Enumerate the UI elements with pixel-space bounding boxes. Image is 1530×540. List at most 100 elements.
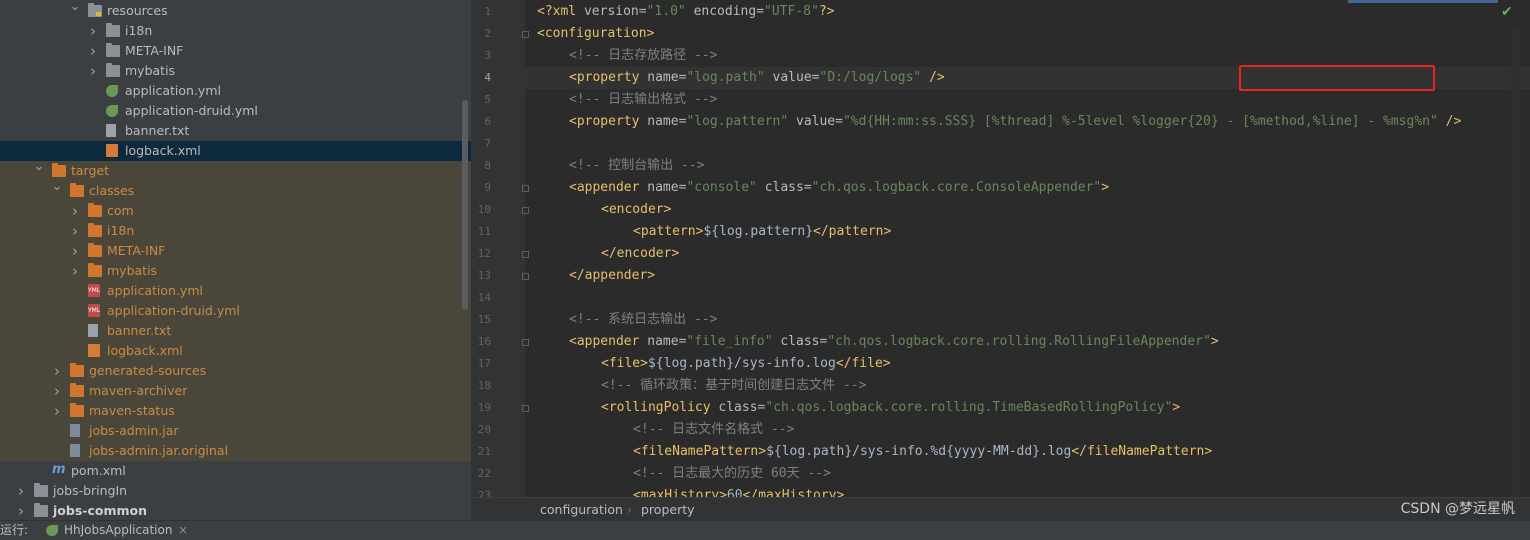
code-token: <!-- 日志存放路径 --> — [569, 48, 718, 63]
code-line[interactable]: <!-- 日志输出格式 --> — [569, 89, 717, 111]
tree-item[interactable]: ⌄ target — [0, 159, 471, 181]
fold-marker-icon[interactable] — [522, 251, 529, 258]
text-file-icon — [106, 124, 116, 137]
tree-item[interactable]: › META-INF — [0, 241, 471, 261]
check-icon[interactable]: ✔ — [1501, 5, 1515, 19]
tree-item[interactable]: banner.txt — [0, 321, 471, 341]
tree-item[interactable]: YML application-druid.yml — [0, 301, 471, 321]
code-line[interactable]: <appender name="console" class="ch.qos.l… — [569, 177, 1109, 199]
code-line[interactable]: </encoder> — [601, 243, 679, 265]
code-token: name — [647, 70, 679, 85]
code-line[interactable]: </appender> — [569, 265, 655, 287]
code-line[interactable]: <!-- 系统日志输出 --> — [569, 309, 717, 331]
code-line[interactable]: <property name="log.pattern" value="%d{H… — [569, 111, 1461, 133]
editor-scrollbar[interactable] — [1511, 27, 1519, 497]
breadcrumb-item-property[interactable]: property — [641, 498, 695, 521]
code-line[interactable]: <file>${log.path}/sys-info.log</file> — [601, 353, 891, 375]
line-number: 4 — [484, 71, 491, 84]
code-editor[interactable]: 1 2 3 4 5 6 7 8 9 10 11 12 13 14 15 16 17 18 19 20 21 22 23 <?… — [471, 0, 1530, 497]
code-line[interactable]: <!-- 循环政策：基于时间创建日志文件 --> — [601, 375, 866, 397]
tree-item[interactable]: logback.xml — [0, 141, 471, 161]
code-line[interactable]: <!-- 日志存放路径 --> — [569, 45, 717, 67]
tree-item-label: application.yml — [107, 283, 203, 298]
breadcrumb-item-configuration[interactable]: configuration — [540, 498, 623, 521]
tree-item[interactable]: › com — [0, 201, 471, 221]
tree-item[interactable]: ⌄ classes — [0, 179, 471, 201]
tree-item[interactable]: jobs-admin.jar.original — [0, 441, 471, 461]
code-token: = — [803, 180, 812, 195]
code-line[interactable]: <!-- 日志文件名格式 --> — [633, 419, 794, 441]
fold-marker-icon[interactable] — [522, 273, 529, 280]
tree-item[interactable]: › META-INF — [0, 41, 471, 61]
tree-item[interactable]: › i18n — [0, 221, 471, 241]
chevron-right-icon[interactable]: › — [15, 481, 27, 501]
code-line[interactable]: <rollingPolicy class="ch.qos.logback.cor… — [601, 397, 1180, 419]
code-line[interactable]: <!-- 控制台输出 --> — [569, 155, 704, 177]
tree-item[interactable]: logback.xml — [0, 341, 471, 361]
tree-item[interactable]: ⌄ resources — [0, 0, 471, 21]
tree-item[interactable]: banner.txt — [0, 121, 471, 141]
line-number: 1 — [484, 5, 491, 18]
fold-marker-icon[interactable] — [522, 31, 529, 38]
code-line[interactable]: <fileNamePattern>${log.path}/sys-info.%d… — [633, 441, 1212, 463]
close-icon[interactable]: × — [178, 521, 188, 540]
fold-marker-icon[interactable] — [522, 185, 529, 192]
code-line[interactable]: <encoder> — [601, 199, 671, 221]
tree-scrollbar[interactable] — [462, 100, 468, 310]
tree-item-label: logback.xml — [107, 343, 183, 358]
tree-item[interactable]: › i18n — [0, 21, 471, 41]
chevron-right-icon[interactable]: › — [87, 41, 99, 61]
code-token: > — [1101, 180, 1110, 195]
chevron-right-icon[interactable]: › — [69, 261, 81, 281]
fold-marker-icon[interactable] — [522, 339, 529, 346]
code-token: "D:/log/logs" — [819, 70, 922, 85]
tree-item-label: mybatis — [125, 63, 176, 78]
code-token: = — [638, 4, 647, 19]
code-line[interactable]: <appender name="file_info" class="ch.qos… — [569, 331, 1219, 353]
tree-item[interactable]: › maven-status — [0, 401, 471, 421]
code-line[interactable]: <!-- 日志最大的历史 60天 --> — [633, 463, 831, 485]
line-number: 16 — [477, 335, 491, 348]
tree-item[interactable]: YML application.yml — [0, 281, 471, 301]
chevron-right-icon[interactable]: › — [51, 401, 63, 421]
tree-item-label: com — [107, 203, 134, 218]
code-token: <!-- 循环政策：基于时间创建日志文件 --> — [601, 378, 867, 393]
code-line[interactable]: <configuration> — [537, 23, 654, 45]
fold-marker-icon[interactable] — [522, 207, 529, 214]
tree-item-label: i18n — [125, 23, 153, 38]
tree-item[interactable]: application.yml — [0, 81, 471, 101]
code-line[interactable]: <?xml version="1.0" encoding="UTF-8"?> — [537, 1, 834, 23]
tree-item[interactable]: › jobs-bringIn — [0, 481, 471, 501]
code-line[interactable]: <pattern>${log.pattern}</pattern> — [633, 221, 891, 243]
chevron-down-icon[interactable]: ⌄ — [51, 177, 63, 197]
code-token: name — [647, 180, 679, 195]
chevron-down-icon[interactable]: ⌄ — [33, 157, 45, 177]
code-line[interactable]: <property name="log.path" value="D:/log/… — [569, 67, 945, 89]
tree-item[interactable]: › generated-sources — [0, 361, 471, 381]
tree-item[interactable]: m pom.xml — [0, 461, 471, 481]
code-token: encoding — [693, 4, 757, 19]
watermark: CSDN @梦远星帆 — [1400, 501, 1515, 517]
chevron-right-icon[interactable]: › — [87, 21, 99, 41]
tree-item-label: META-INF — [107, 243, 166, 258]
tree-item[interactable]: jobs-admin.jar — [0, 421, 471, 441]
chevron-right-icon[interactable]: › — [69, 201, 81, 221]
code-line[interactable]: <maxHistory>60</maxHistory> — [633, 485, 844, 497]
chevron-right-icon[interactable]: › — [87, 61, 99, 81]
chevron-right-icon[interactable]: › — [69, 221, 81, 241]
fold-marker-icon[interactable] — [522, 405, 529, 412]
chevron-down-icon[interactable]: ⌄ — [69, 0, 81, 17]
tree-item[interactable]: › maven-archiver — [0, 381, 471, 401]
tree-item[interactable]: application-druid.yml — [0, 101, 471, 121]
tree-item[interactable]: › mybatis — [0, 61, 471, 81]
chevron-right-icon[interactable]: › — [69, 241, 81, 261]
run-config-tab[interactable]: HhJobsApplication — [64, 521, 172, 540]
xml-file-icon — [88, 344, 100, 357]
code-token: = — [835, 114, 843, 129]
chevron-right-icon[interactable]: › — [51, 381, 63, 401]
tree-item[interactable]: › mybatis — [0, 261, 471, 281]
tree-item[interactable]: › jobs-common — [0, 501, 471, 520]
chevron-right-icon[interactable]: › — [15, 501, 27, 520]
chevron-right-icon[interactable]: › — [51, 361, 63, 381]
